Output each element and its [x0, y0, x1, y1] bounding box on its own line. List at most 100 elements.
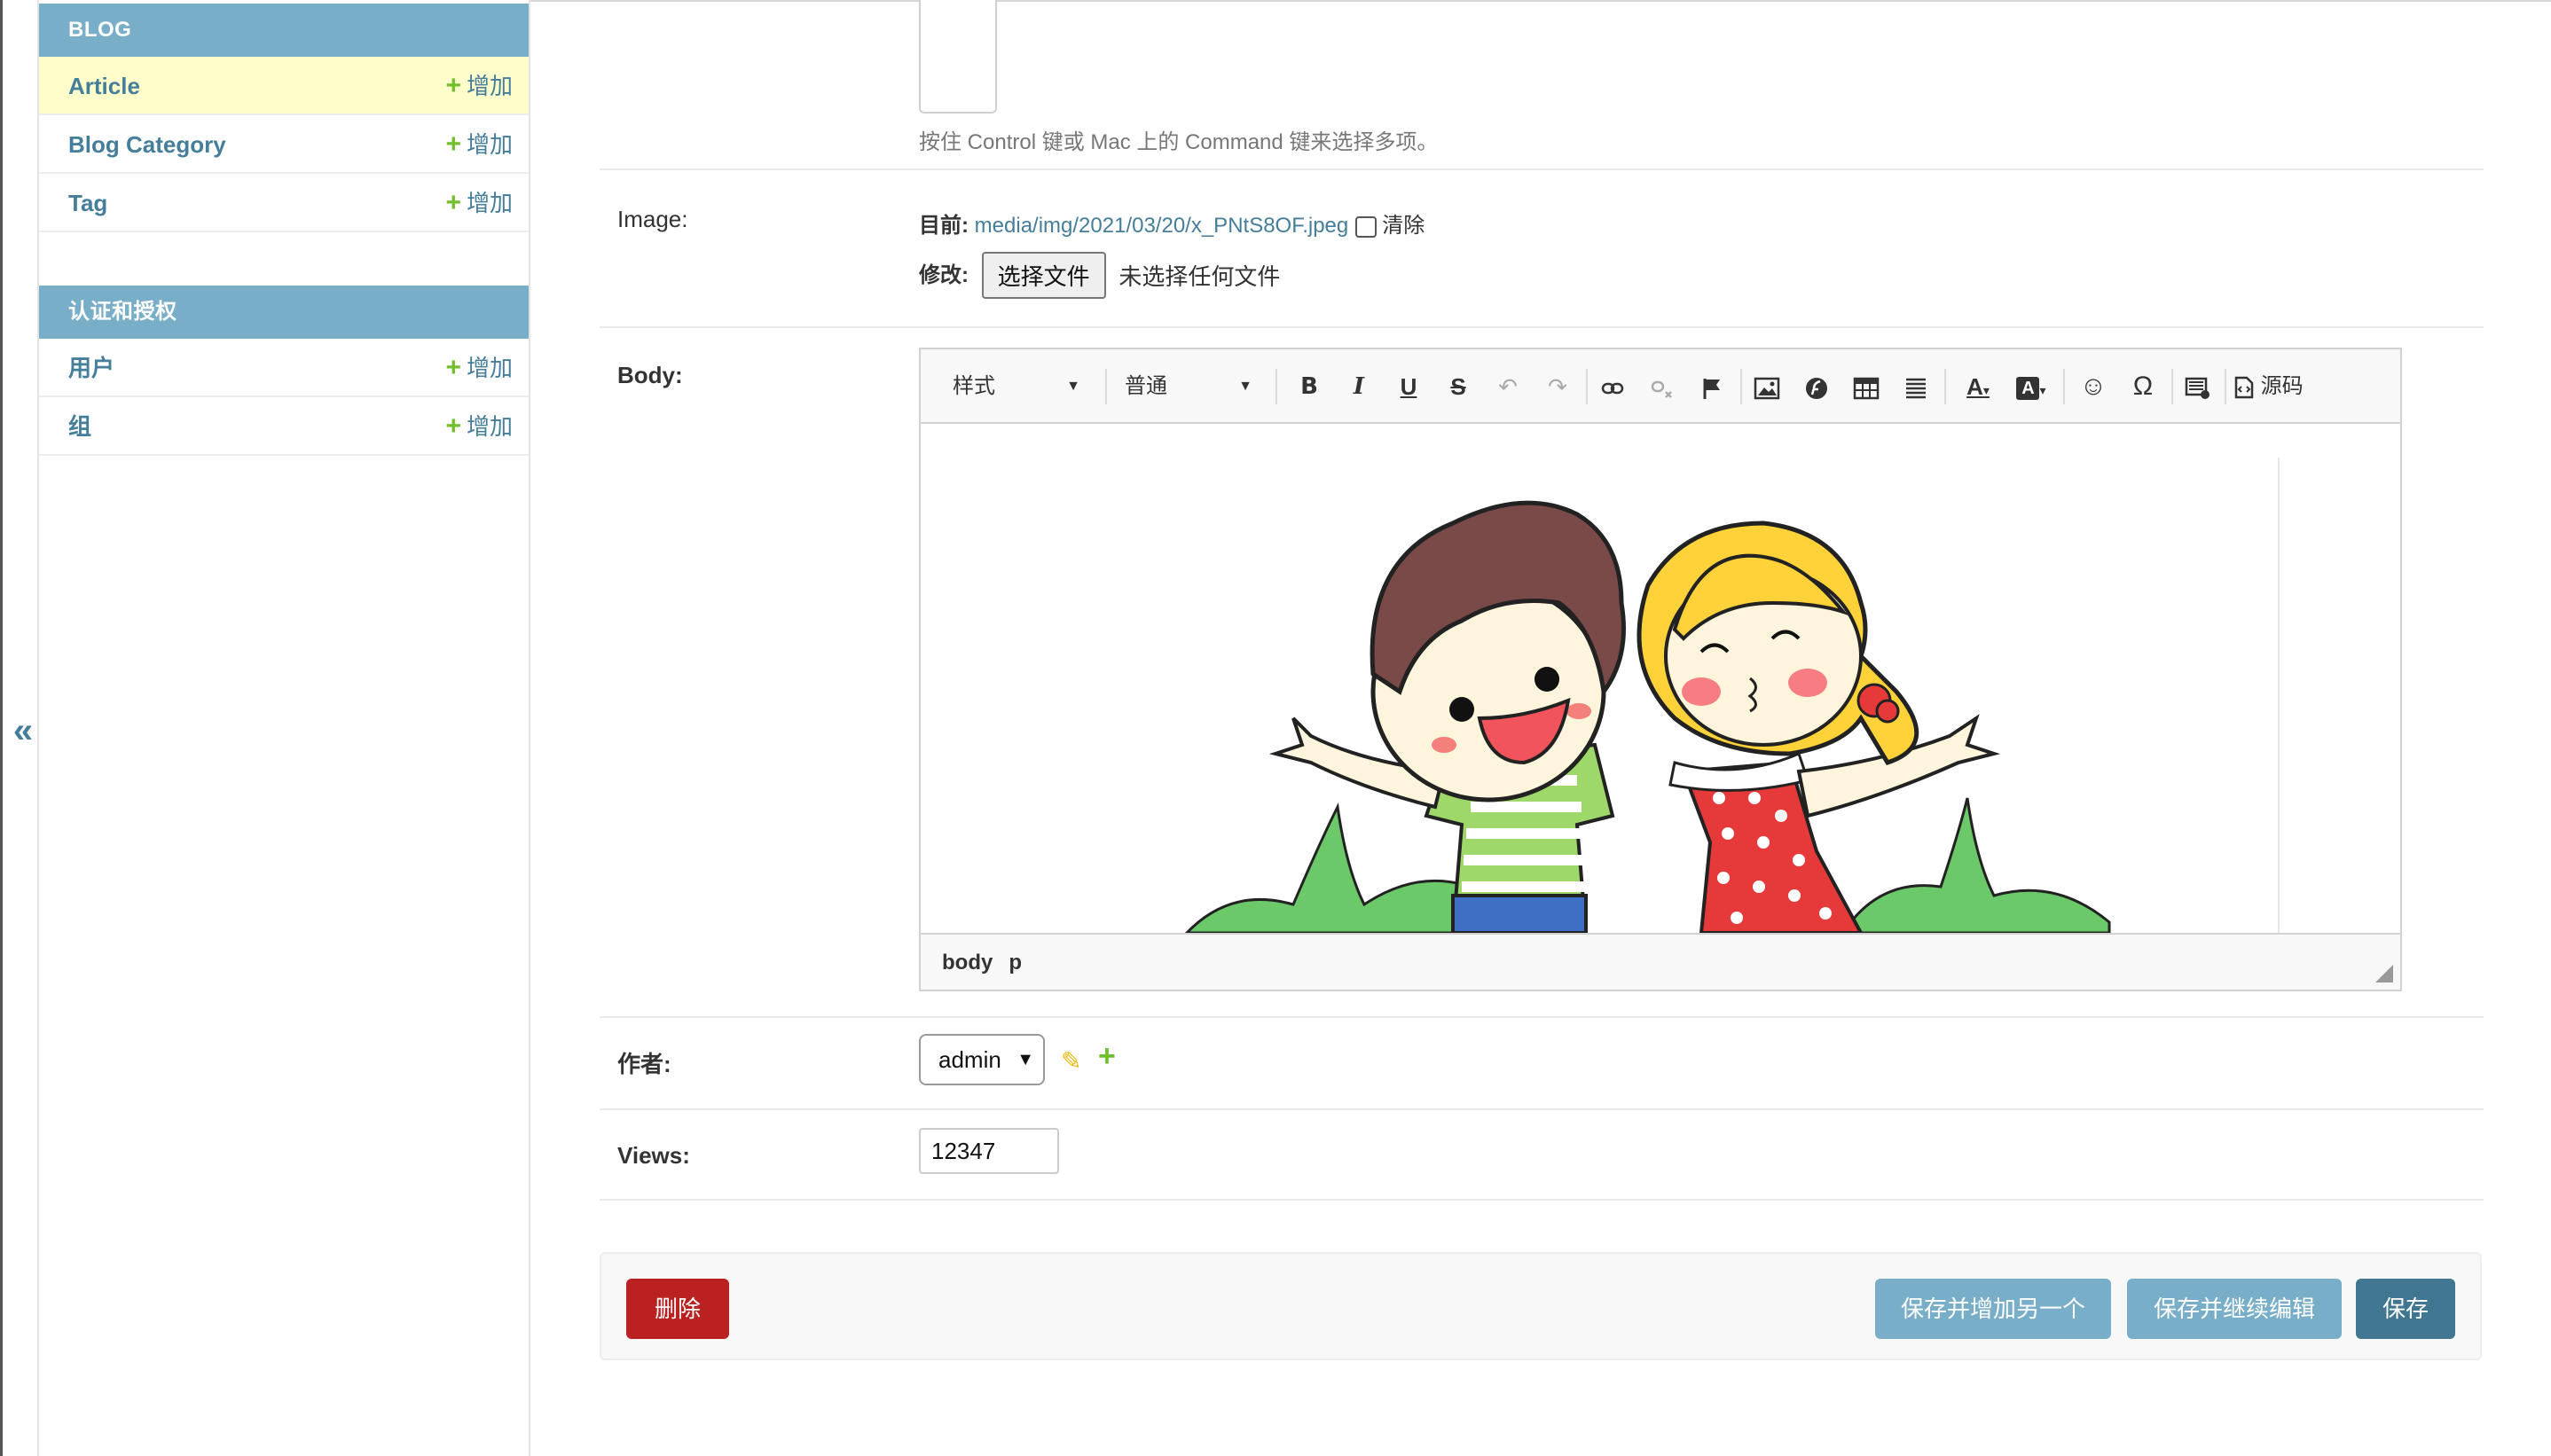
add-label: 增加 [466, 131, 513, 158]
element-path: body p [942, 935, 1022, 991]
plus-icon: + [445, 129, 461, 159]
image-label: Image: [617, 206, 688, 232]
no-file-text: 未选择任何文件 [1119, 263, 1281, 290]
redo-icon[interactable]: ↷ [1540, 367, 1575, 406]
path-item-body[interactable]: body [942, 951, 993, 975]
style-combo[interactable]: 样式 ▼ [953, 367, 1086, 406]
views-label: Views: [617, 1142, 690, 1169]
module-caption-blog[interactable]: BLOG [39, 4, 529, 57]
add-user-link[interactable]: + 增加 [445, 339, 513, 397]
row-divider [600, 1016, 2484, 1018]
add-label: 增加 [466, 355, 513, 381]
unlink-icon[interactable] [1644, 367, 1680, 406]
plus-icon: + [445, 188, 461, 217]
path-item-p[interactable]: p [1009, 951, 1022, 975]
anchor-flag-icon[interactable] [1694, 367, 1730, 406]
tags-multiselect[interactable] [919, 0, 997, 114]
text-color-icon[interactable]: A▾ [1955, 367, 2001, 406]
cartoon-kids-image [1184, 500, 2111, 933]
add-label: 增加 [466, 190, 513, 216]
sidebar-item-label[interactable]: Blog Category [68, 115, 226, 174]
underline-icon[interactable]: U [1391, 367, 1426, 406]
current-label: 目前: [919, 214, 969, 238]
editor-scrollbar-track[interactable] [2278, 458, 2280, 933]
toolbar-separator [1740, 369, 1742, 404]
toolbar-separator [1586, 369, 1588, 404]
editor-statusbar: body p [921, 933, 2400, 990]
row-divider [600, 168, 2484, 170]
module-caption-auth[interactable]: 认证和授权 [39, 286, 529, 339]
sidebar-item-label[interactable]: 组 [68, 397, 91, 456]
toolbar-separator [2171, 369, 2173, 404]
delete-button[interactable]: 删除 [626, 1279, 729, 1339]
change-label: 修改: [919, 263, 969, 287]
flash-icon[interactable] [1799, 367, 1834, 406]
source-button[interactable]: 源码 [2233, 367, 2331, 406]
add-blog-category-link[interactable]: + 增加 [445, 115, 513, 174]
bold-icon[interactable]: B [1291, 367, 1327, 406]
editor-content-area[interactable] [921, 426, 2400, 933]
image-current: 目前: media/img/2021/03/20/x_PNtS8OF.jpeg 清… [919, 207, 1425, 239]
link-icon[interactable] [1595, 367, 1630, 406]
module-auth: 认证和授权 用户 + 增加 组 + 增加 [39, 286, 529, 456]
toolbar-separator [1944, 369, 1946, 404]
add-article-link[interactable]: + 增加 [445, 57, 513, 115]
rich-text-editor: 样式 ▼ 普通 ▼ B I U S ↶ ↷ A▾ A ▾ ☺ Ω 源码 body… [919, 348, 2402, 991]
pencil-edit-icon[interactable]: ✎ [1061, 1046, 1081, 1076]
sidebar-item-label[interactable]: 用户 [68, 339, 114, 397]
undo-icon[interactable]: ↶ [1490, 367, 1526, 406]
image-icon[interactable] [1749, 367, 1785, 406]
sidebar-item-groups: 组 + 增加 [39, 397, 529, 456]
add-label: 增加 [466, 413, 513, 440]
add-label: 增加 [466, 73, 513, 99]
clear-label: 清除 [1382, 214, 1425, 238]
maximize-icon[interactable] [2180, 367, 2216, 406]
author-selected-value: admin [938, 1046, 1001, 1073]
background-color-icon[interactable]: A ▾ [2008, 367, 2054, 406]
toolbar-separator [2225, 369, 2226, 404]
sidebar-item-article: Article + 增加 [39, 57, 529, 115]
image-change: 修改: 选择文件 未选择任何文件 [919, 252, 1280, 299]
editor-toolbar: 样式 ▼ 普通 ▼ B I U S ↶ ↷ A▾ A ▾ ☺ Ω 源码 [921, 349, 2400, 424]
italic-icon[interactable]: I [1341, 367, 1377, 406]
smiley-icon[interactable]: ☺ [2076, 367, 2111, 406]
collapse-sidebar-icon[interactable]: « [10, 709, 36, 752]
style-combo-label: 样式 [953, 374, 995, 398]
save-and-continue-button[interactable]: 保存并继续编辑 [2127, 1279, 2342, 1339]
dropdown-arrow-icon: ▼ [1238, 379, 1252, 394]
horizontal-rule-icon[interactable] [1898, 367, 1934, 406]
format-combo-label: 普通 [1125, 374, 1167, 398]
sidebar-item-label[interactable]: Tag [68, 174, 107, 232]
add-tag-link[interactable]: + 增加 [445, 174, 513, 232]
dropdown-arrow-icon: ▼ [1066, 379, 1080, 394]
change-form: 按住 Control 键或 Mac 上的 Command 键来选择多项。 Ima… [600, 0, 2484, 1456]
toolbar-separator [1276, 369, 1277, 404]
resize-handle-icon[interactable] [2375, 965, 2393, 982]
source-icon [2234, 376, 2254, 398]
format-combo[interactable]: 普通 ▼ [1125, 367, 1258, 406]
add-related-icon[interactable]: + [1098, 1039, 1116, 1074]
views-input[interactable]: 12347 [919, 1128, 1059, 1174]
plus-icon: + [445, 71, 461, 100]
sidebar-item-users: 用户 + 增加 [39, 339, 529, 397]
save-button[interactable]: 保存 [2356, 1279, 2455, 1339]
add-group-link[interactable]: + 增加 [445, 397, 513, 456]
row-divider [600, 326, 2484, 328]
sidebar-item-blog-category: Blog Category + 增加 [39, 115, 529, 174]
plus-icon: + [445, 353, 461, 382]
chevron-down-icon: ▼ [1016, 1050, 1034, 1069]
choose-file-button[interactable]: 选择文件 [981, 252, 1106, 299]
sidebar-item-label[interactable]: Article [68, 57, 140, 115]
current-file-link[interactable]: media/img/2021/03/20/x_PNtS8OF.jpeg [975, 214, 1349, 238]
source-label: 源码 [2260, 374, 2304, 398]
nav-collapse-strip[interactable]: « [0, 0, 39, 1456]
table-icon[interactable] [1848, 367, 1884, 406]
author-select[interactable]: admin ▼ [919, 1034, 1045, 1085]
save-and-add-another-button[interactable]: 保存并增加另一个 [1875, 1279, 2111, 1339]
submit-row: 删除 保存并增加另一个 保存并继续编辑 保存 [600, 1252, 2482, 1360]
author-label: 作者: [617, 1051, 671, 1077]
toolbar-separator [1105, 369, 1107, 404]
strikethrough-icon[interactable]: S [1440, 367, 1476, 406]
special-char-icon[interactable]: Ω [2125, 367, 2161, 406]
clear-checkbox[interactable] [1355, 215, 1378, 238]
